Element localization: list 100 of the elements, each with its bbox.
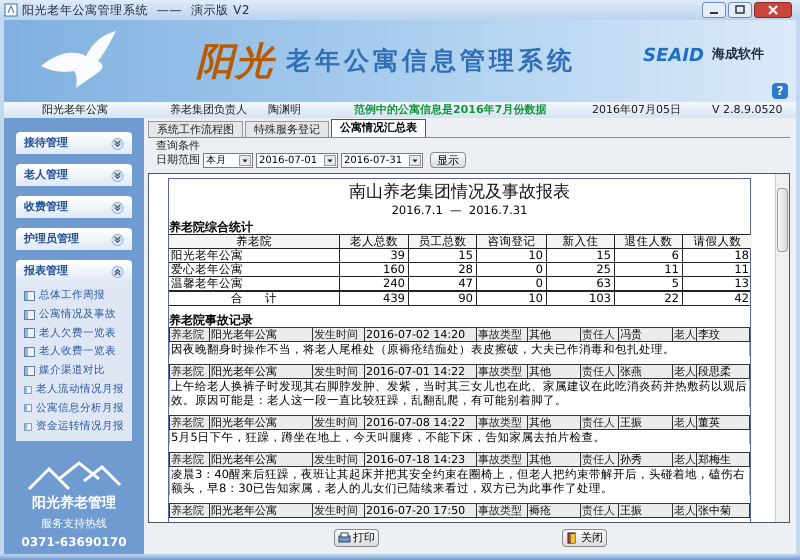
section-header[interactable]: 护理员管理	[16, 228, 132, 250]
dropdown-icon	[239, 154, 251, 166]
table-cell: 103	[546, 292, 614, 305]
print-button[interactable]: 打印	[334, 529, 379, 547]
field-label: 事故类型	[476, 416, 527, 429]
field-label: 老人	[672, 453, 696, 466]
report-icon	[24, 310, 35, 320]
tab[interactable]: 系统工作流程图	[148, 121, 243, 137]
field-label: 事故类型	[476, 365, 527, 378]
report-link[interactable]: 公寓情况及事故	[39, 306, 116, 322]
section-header[interactable]: 接待管理	[16, 132, 132, 154]
report-link[interactable]: 老人欠费一览表	[39, 326, 116, 342]
field-value: 阳光老年公寓	[209, 504, 312, 517]
maximize-button[interactable]	[728, 2, 752, 18]
report-title: 南山养老集团情况及事故报表	[349, 181, 570, 203]
version-label: V 2.8.9.0520	[712, 102, 783, 118]
section-header[interactable]: 老人管理	[16, 164, 132, 186]
section-header[interactable]: 报表管理	[16, 260, 132, 282]
tab[interactable]: 公寓情况汇总表	[331, 119, 426, 137]
field-value: 冯贵	[618, 328, 672, 341]
report-link[interactable]: 资金运转情况月报	[36, 419, 124, 435]
field-label: 养老院	[170, 416, 205, 429]
hotline-number: 0371-63690170	[21, 534, 127, 550]
table-cell: 11	[614, 263, 682, 276]
expand-icon	[111, 200, 124, 214]
field-label: 责任人	[580, 453, 618, 466]
field-label: 责任人	[580, 504, 618, 517]
report-icon	[24, 347, 35, 358]
field-value: 2016-07-18 14:23	[364, 453, 476, 466]
field-value: 其他	[527, 453, 580, 466]
brand-logo: SEAID	[643, 44, 704, 68]
field-value: 褥疮	[527, 504, 580, 517]
dropdown-icon	[324, 154, 336, 166]
column-header: 退住人数	[614, 235, 682, 248]
column-header: 请假人数	[682, 235, 752, 248]
field-value: 其他	[527, 365, 580, 378]
field-label: 事故类型	[476, 328, 527, 341]
scrollbar-thumb[interactable]	[777, 188, 788, 252]
close-button[interactable]	[754, 2, 792, 18]
period-dropdown[interactable]: 本月	[203, 152, 253, 168]
field-value: 段思柔	[696, 365, 751, 378]
field-value: 王振	[618, 504, 672, 517]
field-value: 张燕	[618, 365, 672, 378]
field-label: 养老院	[170, 365, 205, 378]
report-link[interactable]: 总体工作周报	[39, 288, 105, 304]
field-value: 郑梅生	[696, 453, 751, 466]
apartment-name: 阳光老年公寓	[42, 102, 109, 118]
end-date-picker[interactable]: 2016-07-31	[341, 152, 423, 168]
field-value: 阳光老年公寓	[209, 365, 312, 378]
table-cell: 0	[476, 263, 546, 276]
table-cell: 6	[614, 249, 682, 262]
field-label: 发生时间	[312, 504, 364, 517]
table-cell: 90	[408, 292, 476, 305]
minimize-button[interactable]	[702, 2, 726, 18]
table-cell-text: 温馨老年公寓	[170, 277, 244, 290]
table-cell: 15	[408, 249, 476, 262]
data-notice: 范例中的公寓信息是2016年7月份数据	[354, 102, 548, 118]
report-link[interactable]: 公寓信息分析月报	[36, 400, 124, 416]
field-label: 事故类型	[476, 504, 527, 517]
help-button[interactable]: ?	[772, 83, 788, 99]
table-cell: 25	[546, 263, 614, 276]
column-header: 新入住	[546, 235, 614, 248]
show-button[interactable]: 显示	[430, 152, 466, 168]
scrollbar[interactable]	[775, 174, 789, 522]
brand-name: 海成软件	[712, 46, 764, 64]
table-cell: 18	[682, 249, 752, 262]
window-title: 阳光老年公寓管理系统 —— 演示版 V2	[22, 2, 250, 19]
table-cell-text: 阳光老年公寓	[170, 249, 244, 262]
report-icon	[24, 290, 35, 301]
report-link[interactable]: 老人收费一览表	[39, 344, 116, 360]
incident-description: 因夜晚翻身时操作不当，将老人尾椎处（原褥疮结痂处）表皮擦破，大夫已作消毒和包扎处理。	[169, 342, 750, 356]
report-icon	[24, 422, 32, 432]
close-button[interactable]: 关闭	[562, 529, 607, 547]
expand-icon	[111, 136, 124, 150]
table-cell: 11	[682, 263, 752, 276]
report-link[interactable]: 媒介渠道对比	[39, 363, 105, 379]
field-label: 养老院	[170, 328, 205, 341]
table-cell-text: 爱心老年公寓	[170, 263, 244, 276]
column-header: 咨询登记	[476, 235, 546, 248]
field-label: 养老院	[170, 504, 205, 517]
hotline-label: 服务支持热线	[41, 516, 107, 532]
field-value: 张中菊	[696, 504, 751, 517]
table-cell: 160	[339, 263, 408, 276]
table-cell: 28	[408, 263, 476, 276]
system-title: 老年公寓信息管理系统	[286, 45, 576, 78]
report-icon	[24, 366, 35, 376]
section-header[interactable]: 收费管理	[16, 196, 132, 218]
expand-icon	[111, 168, 124, 182]
field-label: 老人	[672, 328, 696, 341]
report-icon	[24, 384, 32, 395]
logo-name: 阳光养老管理	[32, 494, 116, 513]
field-value: 2016-07-08 14:22	[364, 416, 476, 429]
report-link[interactable]: 老人流动情况月报	[36, 382, 124, 398]
field-label: 发生时间	[312, 328, 364, 341]
tab[interactable]: 特殊服务登记	[245, 121, 329, 137]
start-date-picker[interactable]: 2016-07-01	[256, 152, 338, 168]
field-value: 阳光老年公寓	[209, 328, 312, 341]
column-header: 老人总数	[339, 235, 408, 248]
field-label: 责任人	[580, 365, 618, 378]
table-cell: 22	[614, 292, 682, 305]
